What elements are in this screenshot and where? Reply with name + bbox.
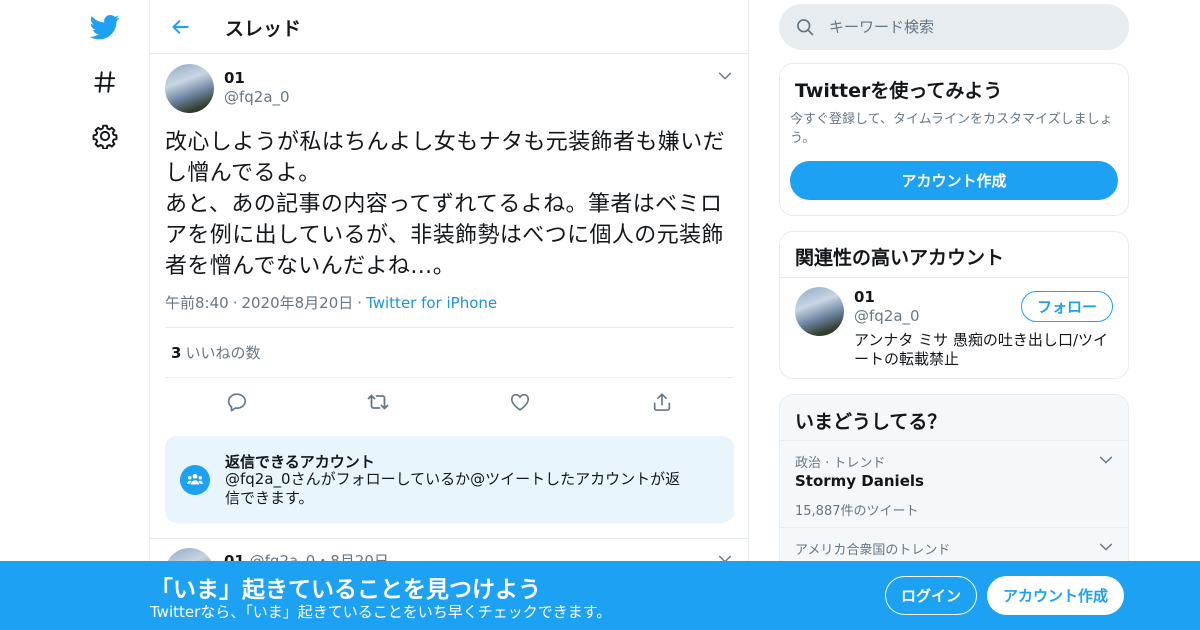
follow-button[interactable]: フォロー: [1021, 291, 1113, 322]
retweet-icon: [367, 394, 389, 410]
chevron-down-icon[interactable]: [1098, 539, 1114, 555]
reply-restriction-notice: 返信できるアカウント @fq2a_0さんがフォローしているか@ツイートしたアカウ…: [165, 436, 734, 523]
trend-item[interactable]: 政治 · トレンド Stormy Daniels 15,887件のツイート: [780, 440, 1128, 527]
separator-dot: ·: [232, 294, 238, 312]
trend-count: 15,887件のツイート: [795, 504, 919, 519]
chevron-down-icon[interactable]: [1098, 452, 1114, 468]
share-button[interactable]: [650, 390, 674, 414]
twitter-bird-icon: [90, 15, 120, 40]
trends-title: いまどうしてる？: [795, 411, 947, 433]
signup-card-title: Twitterを使ってみよう: [795, 80, 1003, 102]
page: スレッド 01 @fq2a_0 改心しようが私はちんよし女もナタも元装飾者も嫌い…: [0, 0, 1200, 630]
divider: [780, 277, 1128, 278]
likes-count-link[interactable]: 3 いいねの数: [171, 342, 260, 363]
reply-restriction-description: @fq2a_0さんがフォローしているか@ツイートしたアカウントが返信できます。: [225, 470, 681, 507]
login-button[interactable]: ログイン: [885, 576, 977, 615]
signup-card: Twitterを使ってみよう 今すぐ登録して、タイムラインをカスタマイズしましょ…: [779, 63, 1129, 216]
banner-title: 「いま」起きていることを見つけよう: [150, 577, 541, 603]
divider: [165, 377, 734, 378]
like-button[interactable]: [508, 390, 532, 414]
search-bar: [779, 4, 1129, 50]
people-icon: [180, 465, 210, 495]
tweet-text: 改心しようが私はちんよし女もナタも元装飾者も嫌いだし憎んでるよ。 あと、あの記事…: [165, 130, 726, 279]
tweet-date[interactable]: 2020年8月20日: [241, 294, 353, 312]
create-account-button[interactable]: アカウント作成: [790, 161, 1118, 200]
trend-name: Stormy Daniels: [795, 472, 924, 490]
main-column: スレッド 01 @fq2a_0 改心しようが私はちんよし女もナタも元装飾者も嫌い…: [149, 0, 749, 630]
page-title: スレッド: [225, 18, 302, 40]
twitter-home-link[interactable]: [80, 2, 130, 52]
explore-link[interactable]: [80, 57, 130, 107]
tweet-time[interactable]: 午前8:40: [165, 294, 229, 312]
thread-header: スレッド: [150, 0, 749, 54]
avatar[interactable]: [165, 64, 214, 113]
reply-icon: [227, 393, 247, 412]
retweet-button[interactable]: [366, 390, 390, 414]
search-input[interactable]: [829, 4, 1109, 50]
chevron-down-icon[interactable]: [717, 68, 733, 84]
signup-banner: 「いま」起きていることを見つけよう Twitterなら、「いま」起きていることを…: [0, 561, 1200, 630]
tweet-timestamp: 午前8:40 · 2020年8月20日 · Twitter for iPhone: [165, 292, 497, 313]
related-accounts-title: 関連性の高いアカウント: [795, 247, 1005, 269]
create-account-button[interactable]: アカウント作成: [987, 576, 1124, 615]
related-accounts-card: 関連性の高いアカウント 01 @fq2a_0 フォロー アンナタ ミサ 愚痴の吐…: [779, 231, 1129, 379]
heart-icon: [510, 393, 530, 411]
related-account-handle[interactable]: @fq2a_0: [854, 307, 920, 325]
hashtag-icon: [94, 71, 116, 93]
separator-dot: ·: [357, 294, 363, 312]
gear-icon: [92, 124, 118, 149]
avatar[interactable]: [795, 287, 844, 336]
arrow-left-icon: [172, 20, 189, 34]
trend-meta: 政治 · トレンド: [795, 456, 886, 471]
likes-label: いいねの数: [185, 344, 261, 362]
related-account-name[interactable]: 01: [854, 288, 875, 306]
banner-subtitle: Twitterなら、「いま」起きていることをいち早くチェックできます。: [150, 603, 612, 621]
signup-card-description: 今すぐ登録して、タイムラインをカスタマイズしましょう。: [790, 112, 1113, 146]
divider: [150, 538, 749, 539]
related-account-bio: アンナタ ミサ 愚痴の吐き出し口/ツイートの転載禁止: [854, 331, 1108, 368]
back-button[interactable]: [166, 12, 196, 42]
share-icon: [653, 393, 671, 411]
likes-count: 3: [171, 344, 182, 362]
settings-link[interactable]: [80, 111, 130, 161]
trend-meta: アメリカ合衆国のトレンド: [795, 543, 951, 558]
reply-restriction-title: 返信できるアカウント: [225, 453, 375, 471]
reply-button[interactable]: [225, 390, 249, 414]
tweet-author-handle[interactable]: @fq2a_0: [224, 88, 290, 106]
search-icon: [797, 19, 814, 36]
divider: [165, 327, 734, 328]
tweet-source-link[interactable]: Twitter for iPhone: [366, 294, 497, 312]
tweet-author-name[interactable]: 01: [224, 69, 245, 87]
